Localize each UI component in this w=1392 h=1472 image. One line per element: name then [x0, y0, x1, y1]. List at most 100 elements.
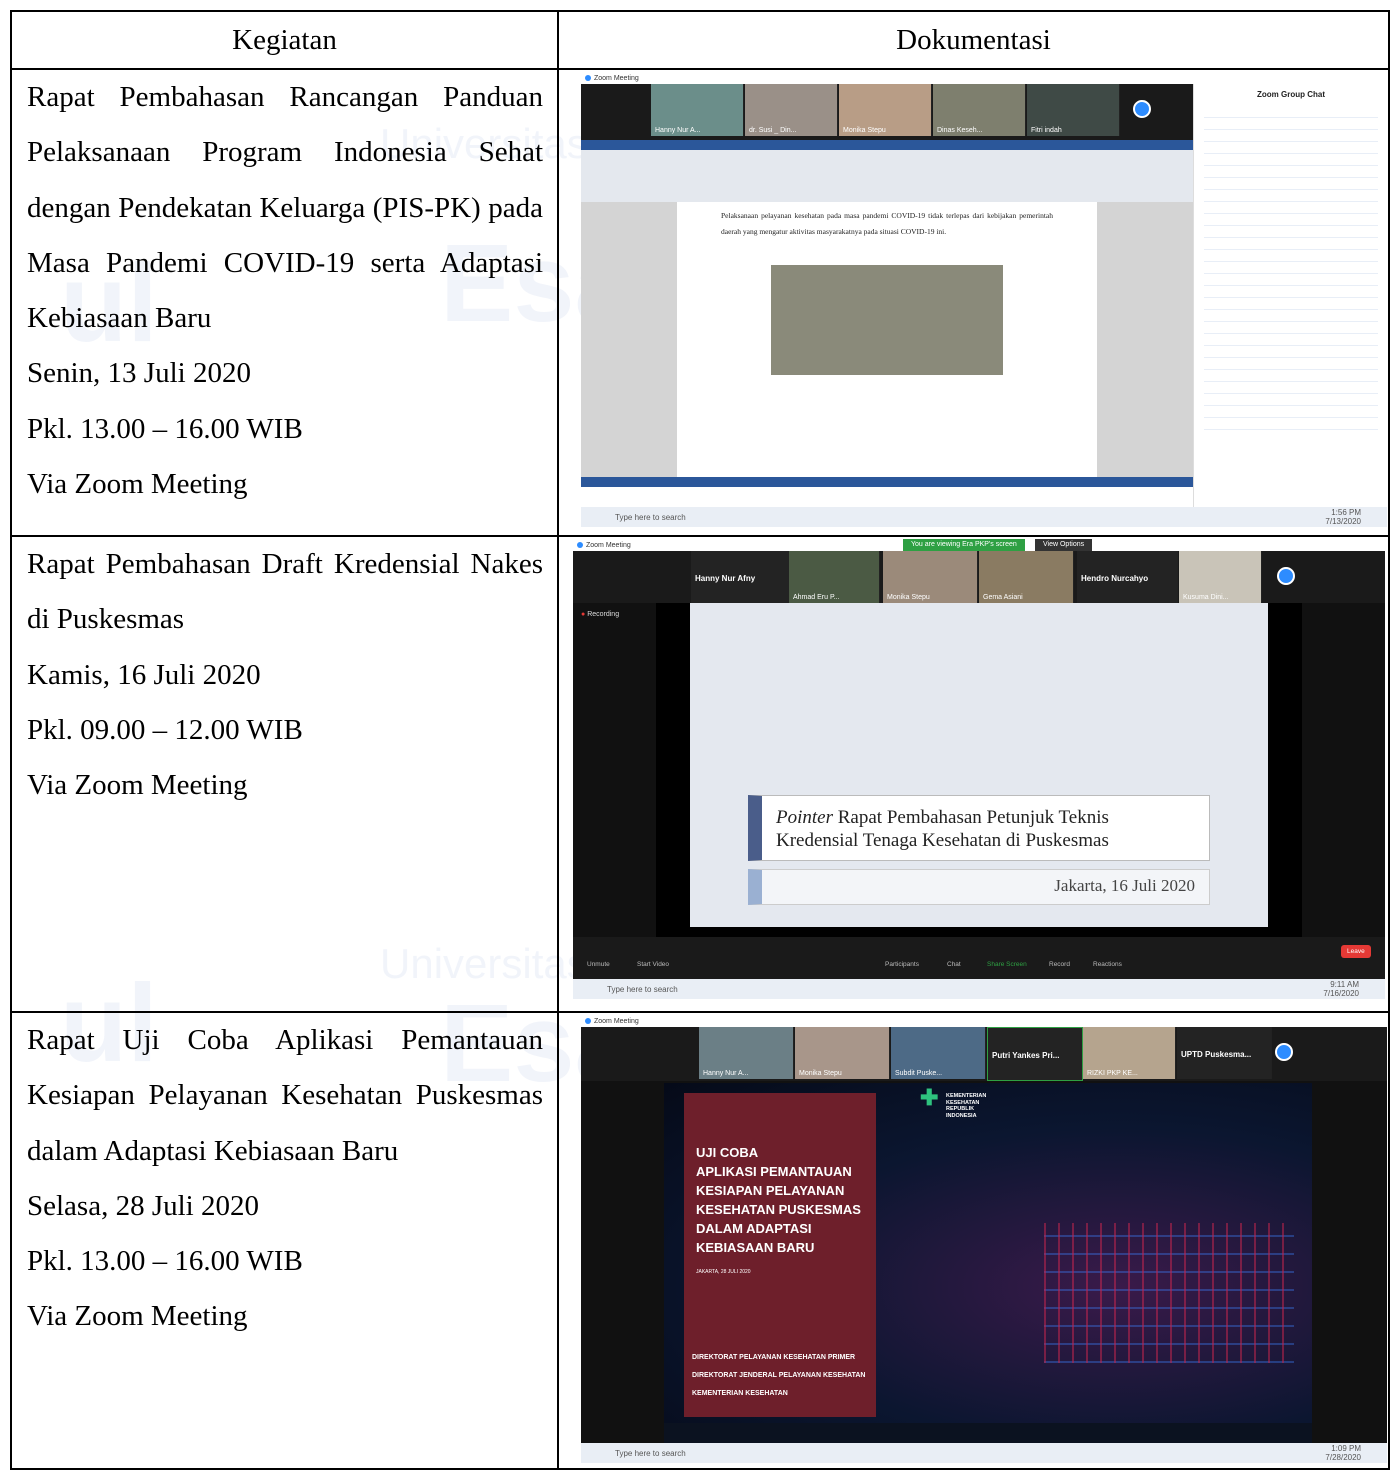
- word-statusbar: [581, 477, 1193, 487]
- slide-title-pointer: Pointer: [776, 807, 833, 828]
- participant-tile: Monika Stepu: [795, 1027, 890, 1079]
- chat-panel: Zoom Group Chat: [1193, 84, 1387, 507]
- windows-taskbar: Type here to search 1:09 PM 7/28/2020: [581, 1443, 1387, 1463]
- word-ribbon: [581, 140, 1193, 203]
- unmute-button[interactable]: Unmute: [587, 961, 610, 968]
- taskbar-search[interactable]: Type here to search: [607, 985, 678, 994]
- share-screen-button[interactable]: Share Screen: [987, 961, 1027, 968]
- zoom-screenshot-2: Zoom Meeting You are viewing Era PKP's s…: [573, 539, 1385, 999]
- windows-taskbar: Type here to search 9:11 AM 7/16/2020: [573, 979, 1385, 999]
- activity-title: Rapat Uji Coba Aplikasi Pemantauan Kesia…: [27, 1024, 543, 1167]
- participant-tile: RIZKI PKP KE...: [1083, 1027, 1176, 1079]
- window-title: Zoom Meeting: [586, 541, 631, 549]
- activity-date: Senin, 13 Juli 2020: [27, 357, 251, 390]
- slide-graphic: [1044, 1223, 1294, 1363]
- start-video-button[interactable]: Start Video: [637, 961, 669, 968]
- word-titlebar: [581, 140, 1193, 150]
- document-page: Pelaksanaan pelayanan kesehatan pada mas…: [677, 202, 1097, 477]
- slide-title: UJI COBA APLIKASI PEMANTAUAN KESIAPAN PE…: [696, 1145, 861, 1255]
- activity-title: Rapat Pembahasan Rancangan Panduan Pelak…: [27, 81, 543, 335]
- chat-button[interactable]: Chat: [947, 961, 961, 968]
- participant-tile: Fitri indah: [1027, 84, 1120, 136]
- reactions-button[interactable]: Reactions: [1093, 961, 1122, 968]
- presentation-slide: Pointer Rapat Pembahasan Petunjuk Teknis…: [690, 603, 1268, 927]
- taskbar-clock: 1:09 PM 7/28/2020: [1325, 1444, 1361, 1462]
- kegiatan-cell: Rapat Uji Coba Aplikasi Pemantauan Kesia…: [10, 1011, 559, 1470]
- ministry-emblem-icon: ✚: [920, 1085, 939, 1110]
- windows-taskbar: Type here to search 1:56 PM 7/13/2020: [581, 507, 1387, 527]
- participant-tile: Kusuma Dini...: [1179, 551, 1262, 603]
- kegiatan-cell: Rapat Pembahasan Rancangan Panduan Pelak…: [10, 68, 559, 537]
- participant-strip: Hanny Nur A... dr. Susi _ Din... Monika …: [581, 84, 1193, 140]
- window-title: Zoom Meeting: [594, 1017, 639, 1025]
- shared-screen: Pointer Rapat Pembahasan Petunjuk Teknis…: [656, 603, 1302, 937]
- participant-tile: Gema Asiani: [979, 551, 1074, 603]
- viewing-banner: You are viewing Era PKP's screen: [903, 539, 1025, 551]
- participant-strip: Hanny Nur Afny Ahmad Eru P... Monika Ste…: [573, 551, 1385, 603]
- chat-messages: [1204, 111, 1378, 441]
- taskbar-search[interactable]: Type here to search: [615, 1449, 686, 1458]
- ministry-logo: ✚ KEMENTERIAN KESEHATAN REPUBLIK INDONES…: [920, 1085, 987, 1119]
- dokumentasi-cell: Zoom Meeting You are viewing Era PKP's s…: [557, 535, 1390, 1013]
- next-page-icon[interactable]: [1277, 567, 1295, 585]
- slide-title-box: Pointer Rapat Pembahasan Petunjuk Teknis…: [748, 795, 1210, 861]
- participant-tile: Hendro Nurcahyo: [1077, 551, 1178, 603]
- window-titlebar: Zoom Meeting: [581, 1015, 1387, 1027]
- slide-title-line1: Rapat Pembahasan Petunjuk Teknis: [833, 807, 1109, 828]
- next-page-icon[interactable]: [1275, 1043, 1293, 1061]
- dokumentasi-cell: Zoom Meeting Hanny Nur A... Monika Stepu…: [557, 1011, 1390, 1470]
- activity-time: Pkl. 13.00 – 16.00 WIB: [27, 1245, 303, 1278]
- participant-tile: Subdit Puske...: [891, 1027, 986, 1079]
- participant-strip: Hanny Nur A... Monika Stepu Subdit Puske…: [581, 1027, 1387, 1081]
- activity-title: Rapat Pembahasan Draft Kredensial Nakes …: [27, 548, 543, 636]
- taskbar-clock: 1:56 PM 7/13/2020: [1325, 508, 1361, 526]
- slide-footer: DIREKTORAT PELAYANAN KESEHATAN PRIMER DI…: [692, 1354, 866, 1397]
- document-photo: [771, 265, 1003, 375]
- zoom-logo-icon: [585, 75, 591, 81]
- presentation-slide: UJI COBA APLIKASI PEMANTAUAN KESIAPAN PE…: [664, 1083, 1312, 1423]
- participant-tile: Monika Stepu: [883, 551, 978, 603]
- table-row: Rapat Pembahasan Rancangan Panduan Pelak…: [10, 68, 1390, 537]
- window-titlebar: Zoom Meeting: [581, 72, 1387, 84]
- participant-tile: Monika Stepu: [839, 84, 932, 136]
- participant-tile: Hanny Nur A...: [651, 84, 744, 136]
- participant-tile: dr. Susi _ Din...: [745, 84, 838, 136]
- activity-date: Kamis, 16 Juli 2020: [27, 658, 261, 691]
- slide-title-line2: Kredensial Tenaga Kesehatan di Puskesmas: [776, 830, 1109, 851]
- record-dot-icon: ●: [581, 611, 586, 618]
- participant-tile: Ahmad Eru P...: [789, 551, 880, 603]
- shared-taskbar: [664, 1423, 1312, 1443]
- taskbar-clock: 9:11 AM 7/16/2020: [1323, 980, 1359, 998]
- participants-button[interactable]: Participants: [885, 961, 919, 968]
- zoom-logo-icon: [577, 542, 583, 548]
- kegiatan-cell: Rapat Pembahasan Draft Kredensial Nakes …: [10, 535, 559, 1013]
- leave-button[interactable]: Leave: [1341, 945, 1371, 958]
- participant-tile: Hanny Nur A...: [699, 1027, 794, 1079]
- slide-date: JAKARTA, 28 JULI 2020: [696, 1269, 751, 1275]
- document-text: Pelaksanaan pelayanan kesehatan pada mas…: [721, 211, 1053, 236]
- slide-date-box: Jakarta, 16 Juli 2020: [748, 869, 1210, 905]
- zoom-controls: Unmute Start Video Participants Chat Sha…: [573, 937, 1385, 979]
- activity-table: Kegiatan Dokumentasi Rapat Pembahasan Ra…: [10, 10, 1390, 1470]
- table-header-row: Kegiatan Dokumentasi: [10, 10, 1390, 70]
- zoom-screenshot-3: Zoom Meeting Hanny Nur A... Monika Stepu…: [581, 1015, 1387, 1463]
- word-canvas: Pelaksanaan pelayanan kesehatan pada mas…: [581, 202, 1193, 477]
- taskbar-search[interactable]: Type here to search: [615, 513, 686, 522]
- next-page-icon[interactable]: [1133, 100, 1151, 118]
- header-dokumentasi: Dokumentasi: [557, 10, 1390, 70]
- zoom-logo-icon: [585, 1018, 591, 1024]
- record-button[interactable]: Record: [1049, 961, 1070, 968]
- dokumentasi-cell: Zoom Meeting Hanny Nur A... dr. Susi _ D…: [557, 68, 1390, 537]
- activity-date: Selasa, 28 Juli 2020: [27, 1189, 259, 1222]
- activity-venue: Via Zoom Meeting: [27, 468, 248, 501]
- window-title: Zoom Meeting: [594, 74, 639, 82]
- participant-tile: Putri Yankes Pri...: [987, 1027, 1083, 1081]
- activity-time: Pkl. 13.00 – 16.00 WIB: [27, 412, 303, 445]
- participant-tile: Dinas Keseh...: [933, 84, 1026, 136]
- table-row: Rapat Uji Coba Aplikasi Pemantauan Kesia…: [10, 1011, 1390, 1470]
- activity-time: Pkl. 09.00 – 12.00 WIB: [27, 713, 303, 746]
- view-options-button[interactable]: View Options: [1035, 539, 1093, 551]
- chat-title: Zoom Group Chat: [1257, 90, 1325, 99]
- participant-tile: UPTD Puskesma...: [1177, 1027, 1272, 1079]
- activity-venue: Via Zoom Meeting: [27, 1300, 248, 1333]
